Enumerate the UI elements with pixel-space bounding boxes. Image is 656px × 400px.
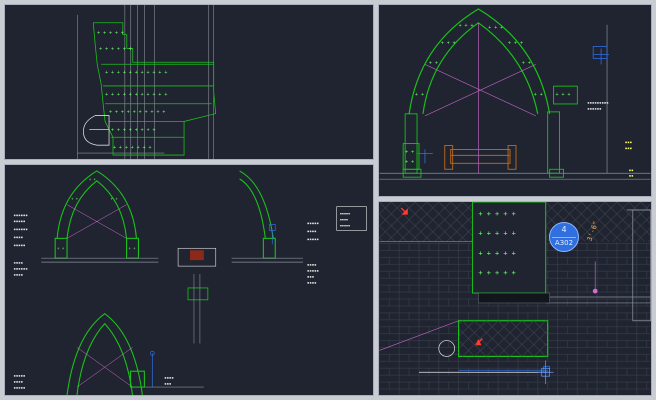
callout-sheet: A302 [554,239,574,247]
svg-text:+ + + + + + + + + + +: + + + + + + + + + + + [105,92,167,98]
svg-text:▪▪▪▪▪▪: ▪▪▪▪▪▪ [14,266,28,271]
svg-text:+ +: + + [129,246,137,251]
svg-text:+ + + + + + + + + + +: + + + + + + + + + + + [105,70,167,76]
footing-section-drawing: + + + + + + + + + + + + + + + + + + + + [379,202,651,395]
svg-text:+ + +: + + + [488,25,503,31]
svg-text:+ +: + + [405,149,414,155]
svg-text:▪▪▪▪: ▪▪▪▪ [307,228,317,233]
svg-text:▪▪▪▪: ▪▪▪▪ [164,375,174,380]
svg-text:▪▪▪▪: ▪▪▪▪ [14,234,24,239]
svg-text:▪▪▪▪▪: ▪▪▪▪▪ [14,219,26,224]
column-plan-drawing: + + + + + + + + + + + + + + + + + + + + … [77,5,217,159]
svg-text:▪▪: ▪▪ [629,167,634,172]
svg-text:▪▪▪▪▪: ▪▪▪▪▪ [14,373,26,378]
arch-sheet-overview-drawing: + + + + + + + + + + ▪▪▪▪▪▪ ▪▪▪▪▪ ▪▪▪▪▪▪ … [14,170,367,395]
svg-text:▪▪▪▪▪: ▪▪▪▪▪ [340,223,350,227]
svg-text:▪▪▪▪: ▪▪▪▪ [307,262,317,267]
callout-number: 4 [561,225,567,234]
svg-text:+ +: + + [415,92,424,98]
svg-text:+ + + + + +: + + + + + + [99,46,132,52]
viewport-top-right[interactable]: + + + + + + + + + + + + + + + + + + + + … [378,4,652,197]
svg-text:+ +: + + [405,159,414,165]
svg-text:+ + + + +: + + + + + [478,230,515,238]
leader-node [592,288,598,294]
svg-text:+ + + + +: + + + + + [478,249,515,257]
svg-text:+ +: + + [89,177,97,182]
svg-text:▪▪▪▪▪: ▪▪▪▪▪ [14,385,26,390]
svg-text:+ + +: + + + [441,41,456,47]
svg-text:+ + +: + + + [508,41,523,47]
svg-text:▪▪▪: ▪▪▪ [307,274,314,279]
svg-text:+ + + + +: + + + + + [478,269,515,277]
svg-text:▪▪: ▪▪ [629,173,634,178]
svg-text:▪▪▪: ▪▪▪ [164,381,171,386]
svg-text:▪▪▪▪: ▪▪▪▪ [340,218,348,222]
svg-text:▪▪▪▪: ▪▪▪▪ [14,379,24,384]
svg-text:▪▪▪▪▪▪: ▪▪▪▪▪▪ [587,106,601,111]
svg-text:▪▪▪: ▪▪▪ [625,145,632,150]
svg-text:+ +: + + [522,60,531,66]
viewport-bottom-left[interactable]: + + + + + + + + + + ▪▪▪▪▪▪ ▪▪▪▪▪ ▪▪▪▪▪▪ … [4,164,374,396]
svg-text:+ + + + + + +: + + + + + + + [113,145,152,151]
svg-text:▪▪▪▪▪: ▪▪▪▪▪ [340,212,350,216]
detail-callout[interactable]: 4 A302 [549,222,579,252]
svg-text:▪▪▪▪▪▪▪▪▪: ▪▪▪▪▪▪▪▪▪ [587,100,608,105]
svg-text:▪▪▪: ▪▪▪ [625,140,632,145]
svg-text:▪▪▪▪▪▪: ▪▪▪▪▪▪ [14,213,28,218]
svg-text:▪▪▪▪: ▪▪▪▪ [14,272,24,277]
viewport-top-left[interactable]: + + + + + + + + + + + + + + + + + + + + … [4,4,374,160]
svg-text:▪▪▪▪▪▪: ▪▪▪▪▪▪ [14,226,28,231]
svg-text:+ + + + +: + + + + + [97,31,124,37]
pointed-arch-elevation-drawing: + + + + + + + + + + + + + + + + + + + + … [379,8,651,180]
svg-text:+ +: + + [429,60,438,66]
svg-text:+ + +: + + + [459,23,474,29]
svg-text:+ +: + + [71,197,79,202]
svg-text:▪▪▪▪: ▪▪▪▪ [307,280,317,285]
svg-text:▪▪▪▪▪: ▪▪▪▪▪ [307,268,319,273]
callout-divider [552,237,576,238]
svg-text:+ + +: + + + [556,92,571,98]
svg-text:+ +: + + [57,246,65,251]
svg-text:+ + + + + + + + + +: + + + + + + + + + + [109,110,165,116]
svg-text:▪▪▪▪▪: ▪▪▪▪▪ [14,242,26,247]
viewport-bottom-right[interactable]: + + + + + + + + + + + + + + + + + + + + [378,201,652,396]
svg-text:+ +: + + [111,197,119,202]
svg-text:▪▪▪▪: ▪▪▪▪ [14,260,24,265]
svg-text:+ + + + +: + + + + + [478,210,515,218]
svg-text:+ + + + + + + +: + + + + + + + + [111,127,155,133]
svg-text:▪▪▪▪▪: ▪▪▪▪▪ [307,236,319,241]
svg-text:+ +: + + [534,92,543,98]
svg-text:▪▪▪▪▪: ▪▪▪▪▪ [307,220,319,225]
